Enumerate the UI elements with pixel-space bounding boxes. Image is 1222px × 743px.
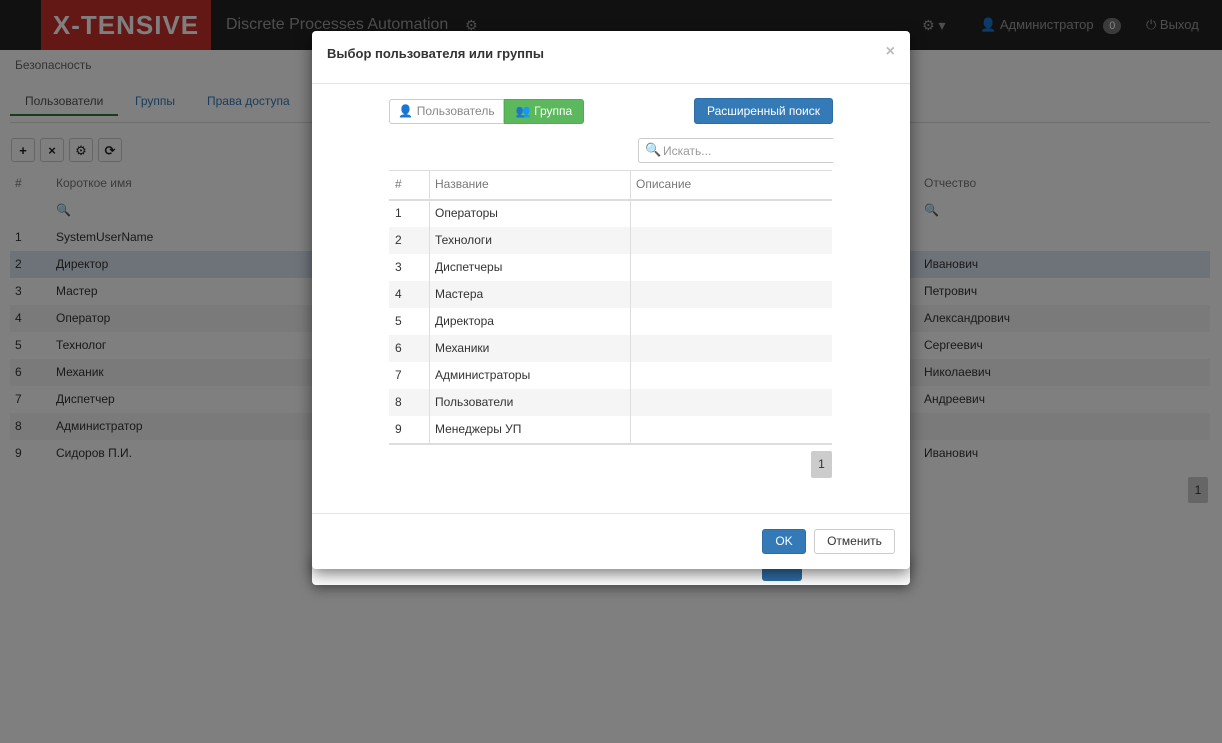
modal-title: Выбор пользователя или группы [327,46,544,61]
close-icon[interactable]: × [886,43,895,61]
modal-header: Выбор пользователя или группы × [312,31,910,84]
row-num: 1 [395,206,402,220]
user-toggle-button[interactable]: 👤 Пользователь [389,99,504,124]
row-name: Технологи [435,233,492,247]
row-name: Пользователи [435,395,514,409]
table-row[interactable]: 2 Технологи [389,227,832,254]
row-num: 3 [395,260,402,274]
row-name: Операторы [435,206,498,220]
row-name: Механики [435,341,490,355]
cancel-button[interactable]: Отменить [814,529,895,554]
row-num: 4 [395,287,402,301]
user-toggle-label: Пользователь [416,104,495,118]
table-row[interactable]: 6 Механики [389,335,832,362]
column-name[interactable]: Название [435,177,489,191]
groups-pager-page[interactable]: 1 [811,451,832,478]
column-divider [630,170,631,443]
row-num: 6 [395,341,402,355]
user-icon: 👤 [398,104,414,118]
row-name: Диспетчеры [435,260,503,274]
ok-button[interactable]: OK [762,529,806,554]
modal-footer [312,513,910,514]
search-placeholder: Искать... [663,144,712,158]
row-num: 9 [395,422,402,436]
row-name: Мастера [435,287,484,301]
table-row[interactable]: 7 Администраторы [389,362,832,389]
row-name: Менеджеры УП [435,422,522,436]
table-row[interactable]: 4 Мастера [389,281,832,308]
column-num[interactable]: # [395,177,402,191]
table-row[interactable]: 1 Операторы [389,200,832,227]
table-row[interactable]: 5 Директора [389,308,832,335]
column-divider [429,170,430,443]
group-toggle-label: Группа [534,104,573,118]
background-modal-button [762,567,802,581]
groups-table-header: # Название Описание [389,170,832,201]
search-icon: 🔍 [645,142,662,157]
advanced-search-button[interactable]: Расширенный поиск [694,98,833,124]
group-toggle-button[interactable]: 👥 Группа [504,99,584,124]
table-row[interactable]: 8 Пользователи [389,389,832,416]
row-num: 7 [395,368,402,382]
column-description[interactable]: Описание [636,177,691,191]
row-num: 8 [395,395,402,409]
row-num: 5 [395,314,402,328]
groups-table-bottom [389,443,832,445]
row-name: Администраторы [435,368,531,382]
table-row[interactable]: 3 Диспетчеры [389,254,832,281]
users-group-icon: 👥 [515,104,531,118]
row-num: 2 [395,233,402,247]
select-user-group-dialog: Выбор пользователя или группы × 👤 Пользо… [312,31,910,569]
row-name: Директора [435,314,494,328]
search-input[interactable]: 🔍 Искать... [638,138,833,163]
table-row[interactable]: 9 Менеджеры УП [389,416,832,443]
